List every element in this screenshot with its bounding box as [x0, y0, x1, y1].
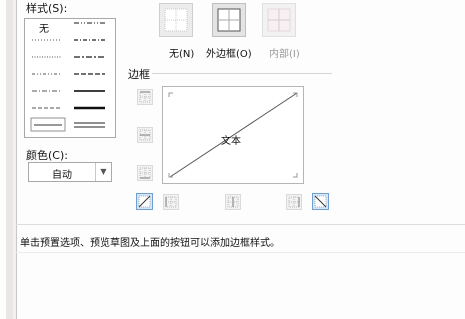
- preview-text: 文本: [221, 136, 241, 147]
- color-select-value: 自动: [52, 170, 72, 181]
- border-bottom-icon: [139, 167, 151, 179]
- preset-inside-label: 内部(I): [269, 49, 300, 60]
- border-right-button[interactable]: [286, 194, 302, 210]
- border-bottom-button[interactable]: [137, 165, 153, 181]
- border-top-icon: [139, 91, 151, 103]
- preset-outline-label: 外边框(O): [206, 49, 252, 60]
- border-diagonal-up-button[interactable]: [136, 193, 153, 210]
- border-right-icon: [288, 196, 300, 208]
- border-inside-vertical-button[interactable]: [225, 194, 241, 210]
- preset-outline-button[interactable]: [212, 3, 246, 37]
- border-section-title: 边框: [128, 68, 150, 81]
- preset-inside-icon: [267, 8, 291, 32]
- preset-inside-button[interactable]: [262, 3, 296, 37]
- border-diagonal-down-button[interactable]: [312, 193, 329, 210]
- line-style-samples[interactable]: [25, 19, 115, 137]
- color-select[interactable]: 自动 ▼: [28, 162, 112, 182]
- border-top-button[interactable]: [137, 89, 153, 105]
- preset-none-label: 无(N): [169, 49, 195, 60]
- color-label: 颜色(C):: [26, 149, 68, 162]
- preset-outline-icon: [217, 8, 241, 32]
- diagonal-up-icon: [138, 195, 151, 208]
- border-inside-horizontal-button[interactable]: [137, 127, 153, 143]
- style-label: 样式(S):: [26, 2, 68, 15]
- chevron-down-icon[interactable]: ▼: [95, 163, 111, 181]
- border-left-icon: [165, 196, 177, 208]
- border-section-divider: [152, 73, 332, 74]
- border-inside-vertical-icon: [227, 196, 239, 208]
- border-inside-horizontal-icon: [139, 129, 151, 141]
- diagonal-down-icon: [314, 195, 327, 208]
- hint-text: 单击预置选项、预览草图及上面的按钮可以添加边框样式。: [20, 238, 280, 249]
- hint-divider: [16, 224, 465, 225]
- bottom-divider: [16, 252, 465, 253]
- border-left-button[interactable]: [163, 194, 179, 210]
- preset-none-button[interactable]: [159, 3, 193, 37]
- dialog-left-edge-inner: [13, 0, 16, 319]
- preset-none-icon: [164, 8, 188, 32]
